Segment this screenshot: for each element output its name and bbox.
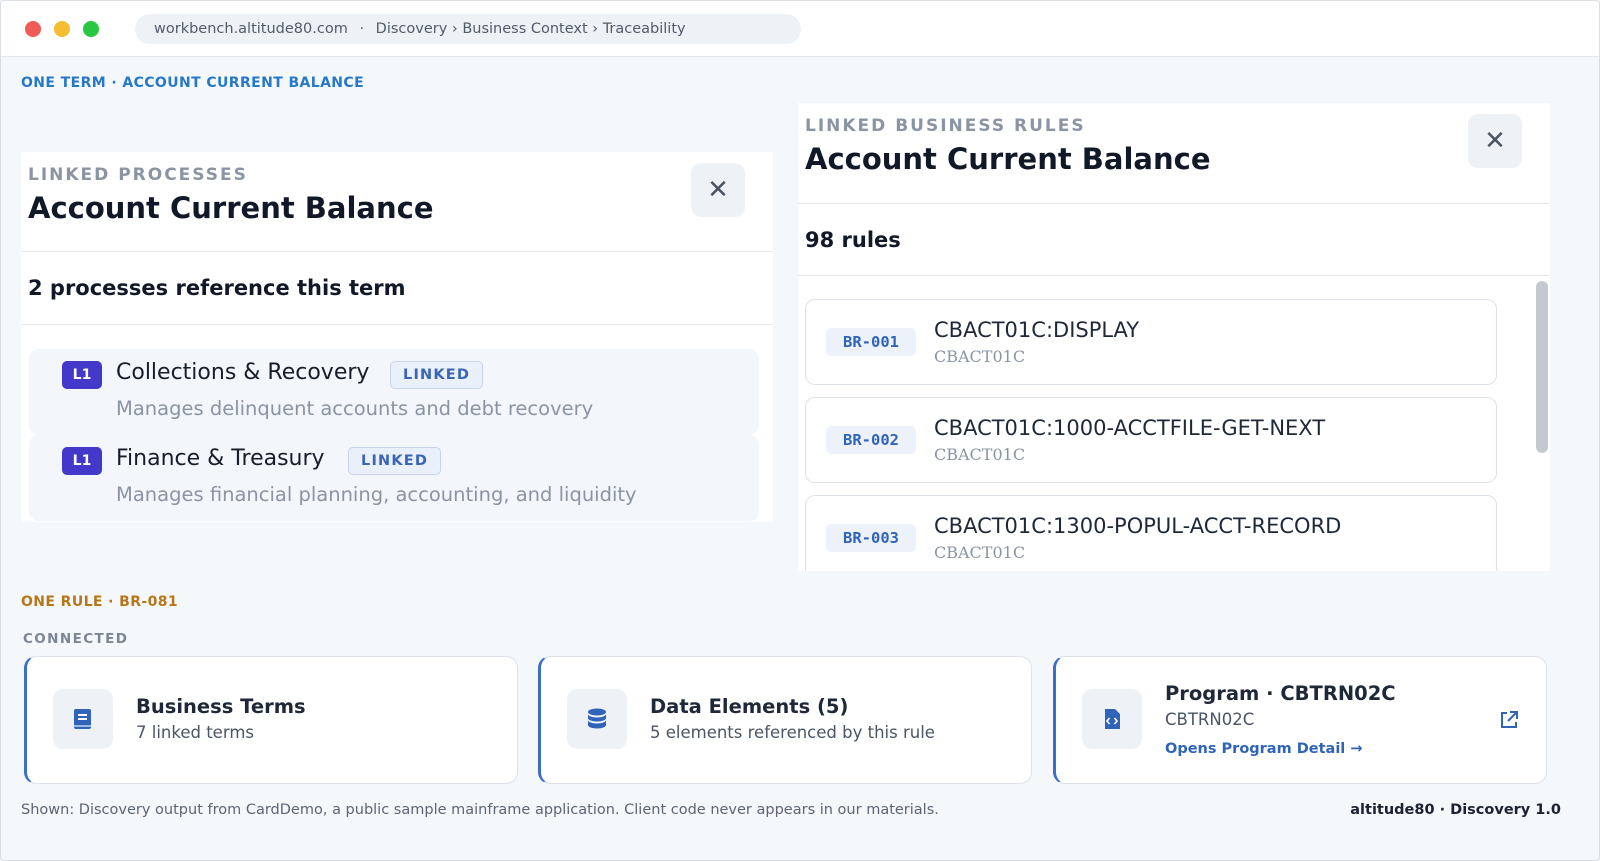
database-icon bbox=[567, 689, 627, 749]
external-link-icon[interactable] bbox=[1498, 709, 1520, 731]
divider bbox=[798, 203, 1550, 204]
level-badge: L1 bbox=[62, 447, 102, 475]
program-card[interactable]: Program · CBTRN02C CBTRN02C Opens Progra… bbox=[1053, 656, 1547, 784]
process-name: Collections & Recovery bbox=[116, 360, 370, 385]
panel-title: Account Current Balance bbox=[805, 142, 1211, 176]
process-description: Manages delinquent accounts and debt rec… bbox=[116, 397, 594, 420]
rules-list[interactable]: BR-001 CBACT01C:DISPLAY CBACT01C BR-002 … bbox=[798, 275, 1550, 571]
rule-item[interactable]: BR-003 CBACT01C:1300-POPUL-ACCT-RECORD C… bbox=[805, 495, 1497, 571]
rule-name: CBACT01C:DISPLAY bbox=[934, 318, 1140, 342]
card-subtitle: 5 elements referenced by this rule bbox=[650, 723, 935, 742]
term-section-label: ONE TERM · ACCOUNT CURRENT BALANCE bbox=[21, 75, 365, 91]
process-name: Finance & Treasury bbox=[116, 446, 325, 471]
process-item[interactable]: L1 Finance & Treasury LINKED Manages fin… bbox=[29, 435, 759, 521]
linked-processes-panel: LINKED PROCESSES Account Current Balance… bbox=[21, 152, 773, 522]
maximize-window-button[interactable] bbox=[83, 21, 99, 37]
footer-brand: altitude80 · Discovery 1.0 bbox=[1350, 802, 1561, 818]
linked-badge: LINKED bbox=[348, 447, 442, 475]
address-bar[interactable]: workbench.altitude80.com · Discovery › B… bbox=[135, 14, 801, 44]
rule-program: CBACT01C bbox=[934, 445, 1026, 464]
connected-label: CONNECTED bbox=[23, 631, 129, 647]
level-badge: L1 bbox=[62, 361, 102, 389]
close-button[interactable]: ✕ bbox=[691, 163, 745, 217]
rule-id-badge: BR-002 bbox=[826, 426, 916, 454]
rule-id-badge: BR-001 bbox=[826, 328, 916, 356]
panel-eyebrow: LINKED PROCESSES bbox=[28, 165, 248, 185]
linked-badge: LINKED bbox=[390, 361, 484, 389]
rule-item[interactable]: BR-002 CBACT01C:1000-ACCTFILE-GET-NEXT C… bbox=[805, 397, 1497, 483]
data-elements-card[interactable]: Data Elements (5) 5 elements referenced … bbox=[538, 656, 1032, 784]
rule-name: CBACT01C:1000-ACCTFILE-GET-NEXT bbox=[934, 416, 1326, 440]
close-window-button[interactable] bbox=[25, 21, 41, 37]
divider bbox=[21, 324, 773, 325]
card-title: Program · CBTRN02C bbox=[1165, 682, 1396, 705]
process-item[interactable]: L1 Collections & Recovery LINKED Manages… bbox=[29, 349, 759, 435]
open-program-detail-link[interactable]: Opens Program Detail → bbox=[1165, 741, 1362, 757]
rule-item[interactable]: BR-001 CBACT01C:DISPLAY CBACT01C bbox=[805, 299, 1497, 385]
rule-section-label: ONE RULE · BR-081 bbox=[21, 594, 179, 610]
title-bar: workbench.altitude80.com · Discovery › B… bbox=[1, 1, 1599, 57]
process-count: 2 processes reference this term bbox=[28, 276, 406, 300]
rule-program: CBACT01C bbox=[934, 543, 1026, 562]
card-subtitle: CBTRN02C bbox=[1165, 710, 1255, 729]
card-subtitle: 7 linked terms bbox=[136, 723, 254, 742]
rule-program: CBACT01C bbox=[934, 347, 1026, 366]
app-window: workbench.altitude80.com · Discovery › B… bbox=[0, 0, 1600, 861]
book-icon bbox=[53, 689, 113, 749]
card-title: Data Elements (5) bbox=[650, 695, 849, 718]
process-description: Manages financial planning, accounting, … bbox=[116, 483, 637, 506]
url-text: workbench.altitude80.com bbox=[154, 21, 348, 37]
scrollbar[interactable] bbox=[1536, 281, 1548, 453]
close-button[interactable]: ✕ bbox=[1468, 114, 1522, 168]
business-terms-card[interactable]: Business Terms 7 linked terms bbox=[24, 656, 518, 784]
divider bbox=[21, 251, 773, 252]
rule-count: 98 rules bbox=[805, 228, 901, 252]
code-file-icon bbox=[1082, 689, 1142, 749]
minimize-window-button[interactable] bbox=[54, 21, 70, 37]
url-separator: · bbox=[359, 21, 365, 37]
footer-note: Shown: Discovery output from CardDemo, a… bbox=[21, 802, 939, 818]
panel-title: Account Current Balance bbox=[28, 191, 434, 225]
linked-rules-panel: LINKED BUSINESS RULES Account Current Ba… bbox=[798, 103, 1550, 571]
card-title: Business Terms bbox=[136, 695, 306, 718]
panel-eyebrow: LINKED BUSINESS RULES bbox=[805, 116, 1086, 136]
breadcrumb: Discovery › Business Context › Traceabil… bbox=[375, 21, 686, 37]
rule-id-badge: BR-003 bbox=[826, 524, 916, 552]
rule-name: CBACT01C:1300-POPUL-ACCT-RECORD bbox=[934, 514, 1342, 538]
